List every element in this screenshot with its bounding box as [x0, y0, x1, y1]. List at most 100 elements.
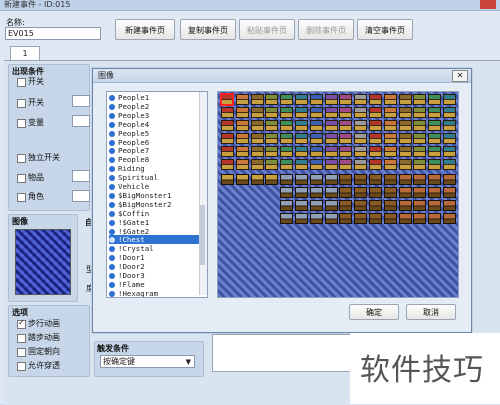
chest-sprite[interactable]	[339, 146, 353, 157]
chest-sprite[interactable]	[280, 146, 294, 157]
chest-sprite[interactable]	[221, 146, 234, 157]
file-list-item[interactable]: People7	[109, 146, 199, 155]
chest-sprite[interactable]	[369, 94, 382, 105]
chest-sprite[interactable]	[250, 159, 264, 170]
chest-sprite[interactable]	[369, 174, 382, 185]
chest-sprite[interactable]	[428, 200, 442, 211]
event-image-preview[interactable]	[15, 229, 71, 295]
chest-sprite[interactable]	[265, 133, 279, 144]
chest-sprite[interactable]	[443, 200, 456, 211]
chest-sprite[interactable]	[280, 120, 294, 131]
file-list-item[interactable]: Riding	[109, 164, 199, 173]
through-checkbox[interactable]	[17, 362, 26, 371]
file-list-item[interactable]: People4	[109, 120, 199, 129]
chest-sprite[interactable]	[369, 146, 382, 157]
chest-sprite[interactable]	[428, 213, 442, 224]
chest-sprite[interactable]	[295, 187, 308, 198]
chest-sprite[interactable]	[383, 213, 397, 224]
chest-sprite[interactable]	[383, 146, 397, 157]
chest-sprite[interactable]	[235, 146, 249, 157]
condition-item-checkbox[interactable]	[17, 174, 26, 183]
chest-sprite[interactable]	[398, 213, 412, 224]
file-list-item[interactable]: !Door2	[109, 262, 199, 271]
chest-sprite[interactable]	[339, 174, 353, 185]
chest-sprite[interactable]	[265, 94, 279, 105]
condition-actor-checkbox[interactable]	[17, 193, 26, 202]
chest-sprite[interactable]	[295, 133, 308, 144]
chest-sprite[interactable]	[443, 107, 456, 118]
chest-sprite[interactable]	[221, 107, 234, 118]
chest-sprite[interactable]	[383, 174, 397, 185]
chest-sprite[interactable]	[398, 94, 412, 105]
chest-sprite[interactable]	[324, 187, 338, 198]
chest-sprite[interactable]	[280, 133, 294, 144]
chest-sprite[interactable]	[280, 187, 294, 198]
file-list-item[interactable]: $BigMonster1	[109, 191, 199, 200]
file-list-scroll-thumb[interactable]	[200, 205, 205, 265]
chest-sprite[interactable]	[280, 200, 294, 211]
chest-sprite[interactable]	[443, 159, 456, 170]
event-name-input[interactable]: EV015	[5, 27, 101, 40]
chest-sprite[interactable]	[280, 213, 294, 224]
copy-page-button[interactable]: 复制事件页	[180, 19, 236, 40]
chest-sprite[interactable]	[309, 94, 323, 105]
chest-sprite[interactable]	[265, 107, 279, 118]
chest-sprite[interactable]	[309, 200, 323, 211]
chest-sprite[interactable]	[265, 120, 279, 131]
paste-page-button[interactable]: 粘贴事件页	[239, 19, 295, 40]
close-button[interactable]	[480, 0, 496, 9]
chest-sprite[interactable]	[428, 174, 442, 185]
clear-page-button[interactable]: 清空事件页	[357, 19, 413, 40]
file-list-item[interactable]: People1	[109, 93, 199, 102]
chest-sprite[interactable]	[428, 120, 442, 131]
trigger-select[interactable]: 按确定键 ▼	[100, 355, 195, 368]
chest-sprite[interactable]	[295, 159, 308, 170]
condition-variable-field[interactable]	[72, 115, 90, 127]
ok-button[interactable]: 确定	[349, 304, 399, 320]
cancel-button[interactable]: 取消	[406, 304, 456, 320]
chest-sprite[interactable]	[398, 133, 412, 144]
chest-sprite[interactable]	[443, 187, 456, 198]
condition-switch1-checkbox[interactable]	[17, 78, 26, 87]
chest-sprite[interactable]	[398, 146, 412, 157]
chest-sprite[interactable]	[339, 200, 353, 211]
chest-sprite[interactable]	[235, 120, 249, 131]
chest-sprite[interactable]	[413, 187, 427, 198]
chest-sprite[interactable]	[235, 107, 249, 118]
chest-sprite[interactable]	[309, 159, 323, 170]
chest-sprite[interactable]	[221, 120, 234, 131]
file-list-item[interactable]: !Flame	[109, 280, 199, 289]
chest-sprite[interactable]	[428, 187, 442, 198]
chest-sprite[interactable]	[428, 107, 442, 118]
chest-sprite[interactable]	[339, 159, 353, 170]
chest-sprite[interactable]	[235, 94, 249, 105]
chest-sprite[interactable]	[383, 187, 397, 198]
chest-sprite[interactable]	[309, 107, 323, 118]
chest-sprite[interactable]	[324, 107, 338, 118]
chest-sprite[interactable]	[413, 200, 427, 211]
chest-sprite[interactable]	[309, 146, 323, 157]
chest-sprite[interactable]	[265, 146, 279, 157]
chest-sprite[interactable]	[413, 159, 427, 170]
file-list-item[interactable]: !Chest	[109, 235, 199, 245]
tileset-preview[interactable]	[217, 91, 459, 298]
chest-sprite[interactable]	[250, 94, 264, 105]
chest-sprite[interactable]	[383, 120, 397, 131]
file-list-item[interactable]: People3	[109, 111, 199, 120]
chest-sprite[interactable]	[354, 159, 368, 170]
walking-animation-checkbox[interactable]	[17, 318, 26, 329]
chest-sprite[interactable]	[280, 107, 294, 118]
chest-sprite[interactable]	[295, 146, 308, 157]
chest-sprite[interactable]	[428, 133, 442, 144]
chest-sprite[interactable]	[354, 94, 368, 105]
condition-switch-field[interactable]	[72, 95, 90, 107]
chest-sprite[interactable]	[398, 159, 412, 170]
chest-sprite[interactable]	[324, 174, 338, 185]
chest-sprite[interactable]	[324, 200, 338, 211]
chest-sprite[interactable]	[265, 174, 279, 185]
file-list-item[interactable]: People5	[109, 129, 199, 138]
chest-sprite[interactable]	[235, 159, 249, 170]
chest-sprite[interactable]	[413, 120, 427, 131]
chest-sprite[interactable]	[443, 174, 456, 185]
chest-sprite[interactable]	[369, 200, 382, 211]
